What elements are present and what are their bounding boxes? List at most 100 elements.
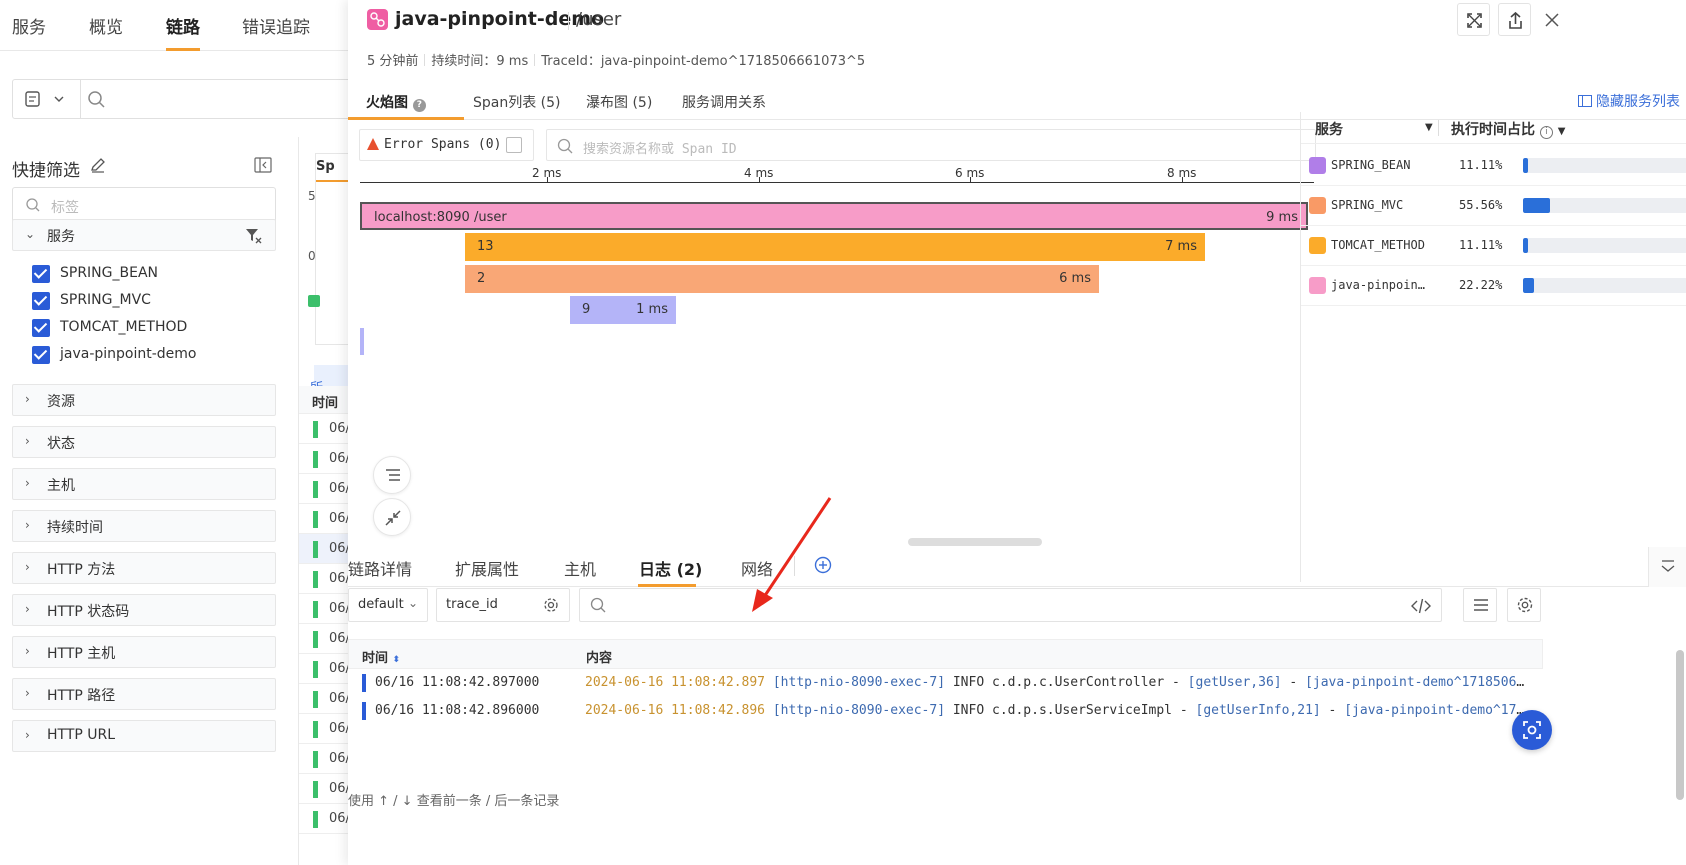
filter-group-label: HTTP 方法 <box>47 562 116 578</box>
top-nav: 服务 概览 链路 错误追踪 <box>0 0 360 51</box>
tab-flame-graph[interactable]: 火焰图 ? <box>366 92 426 112</box>
nav-tab-traces[interactable]: 链路 <box>166 13 200 51</box>
caret-down-icon[interactable]: ▼ <box>1425 122 1433 133</box>
service-row[interactable]: java-pinpoin… 22.22% <box>1301 266 1686 306</box>
filter-group-label: HTTP URL <box>47 727 116 743</box>
nav-tab-overview[interactable]: 概览 <box>89 13 123 51</box>
status-bar <box>313 691 318 708</box>
help-icon[interactable]: ? <box>412 99 426 112</box>
status-bar <box>313 601 318 618</box>
tab-extended-attributes[interactable]: 扩展属性 <box>455 556 519 580</box>
list-view-button[interactable] <box>373 456 411 494</box>
flame-span-bar[interactable]: localhost:8090 /user 9 ms <box>360 202 1308 230</box>
tab-service-calls[interactable]: 服务调用关系 <box>682 92 766 112</box>
filter-group-label: HTTP 状态码 <box>47 604 130 620</box>
trace-search-bar[interactable] <box>12 79 352 119</box>
share-button[interactable] <box>1498 3 1531 36</box>
filter-group-http-url[interactable]: › HTTP URL <box>12 720 276 752</box>
service-icon <box>1309 197 1326 214</box>
trace-id[interactable]: TraceId：java-pinpoint-demo^1718506661073… <box>541 54 865 69</box>
checkbox-checked[interactable] <box>32 265 50 283</box>
service-row[interactable]: SPRING_BEAN 11.11% <box>1301 146 1686 186</box>
checkbox-checked[interactable] <box>32 346 50 364</box>
flame-span-bar[interactable]: 13 7 ms <box>465 233 1205 261</box>
table-header-time: 时间 <box>312 396 339 411</box>
flame-span-bar[interactable]: 2 6 ms <box>465 265 1099 293</box>
flame-span-bar-small[interactable] <box>360 328 364 355</box>
error-spans-filter[interactable]: Error Spans (0) <box>359 129 534 161</box>
screenshot-fab[interactable] <box>1512 710 1552 750</box>
span-label: 9 <box>582 302 591 317</box>
log-message: 2024-06-16 11:08:42.897 [http-nio-8090-e… <box>585 675 1530 690</box>
filter-group-resource[interactable]: › 资源 <box>12 384 276 416</box>
filter-group-duration[interactable]: › 持续时间 <box>12 510 276 542</box>
error-spans-checkbox[interactable] <box>506 137 522 153</box>
log-index-select[interactable]: default ⌄ <box>348 588 428 622</box>
checkbox-checked[interactable] <box>32 319 50 337</box>
log-row[interactable]: 06/16 11:08:42.896000 2024-06-16 11:08:4… <box>348 697 1543 725</box>
tab-host[interactable]: 主机 <box>564 556 596 580</box>
active-tab-indicator <box>638 584 696 587</box>
ratio-bar-fill <box>1523 278 1534 293</box>
chevron-down-icon: ⌄ <box>25 227 36 241</box>
clear-filter-icon[interactable] <box>245 228 263 244</box>
span-search-input[interactable]: 搜索资源名称或 Span ID <box>546 129 1316 161</box>
add-tab-icon[interactable] <box>814 556 832 574</box>
log-time: 06/16 11:08:42.896000 <box>375 703 540 718</box>
log-settings-button[interactable] <box>1507 588 1541 622</box>
filter-group-status[interactable]: › 状态 <box>12 426 276 458</box>
status-bar <box>313 781 318 798</box>
scrollbar[interactable] <box>1676 650 1684 800</box>
fullscreen-button[interactable] <box>1457 3 1490 36</box>
tab-span-list[interactable]: Span列表 (5) <box>473 92 561 112</box>
tab-waterfall[interactable]: 瀑布图 (5) <box>586 92 652 112</box>
tab-trace-details[interactable]: 链路详情 <box>348 556 412 580</box>
service-ratio: 11.11% <box>1459 238 1503 252</box>
service-name: java-pinpoin… <box>1331 278 1425 292</box>
background-page: 服务 概览 链路 错误追踪 快捷筛选 标签 ⌄ 服务 SPRING_BEAN S… <box>0 0 361 865</box>
span-duration: 9 ms <box>1266 210 1298 225</box>
divider <box>1438 120 1439 136</box>
service-row[interactable]: TOMCAT_METHOD 11.11% <box>1301 226 1686 266</box>
log-field-select[interactable]: trace_id <box>436 588 570 622</box>
hide-services-link[interactable]: 隐藏服务列表 <box>1577 91 1680 111</box>
row-time: 06/ <box>329 721 350 736</box>
collapse-button[interactable] <box>373 498 411 536</box>
search-icon <box>557 138 573 154</box>
col-time[interactable]: 时间 ⬍ <box>362 647 400 666</box>
log-columns-button[interactable] <box>1463 588 1497 622</box>
collapse-detail-button[interactable] <box>1648 547 1686 587</box>
code-view-icon[interactable] <box>1410 595 1432 617</box>
expand-icon <box>1467 13 1482 28</box>
trace-duration: 持续时间：9 ms <box>431 54 529 69</box>
tag-search-input[interactable]: 标签 <box>12 187 276 223</box>
edit-icon[interactable] <box>90 157 106 173</box>
service-row[interactable]: SPRING_MVC 55.56% <box>1301 186 1686 226</box>
log-search-input[interactable] <box>579 588 1442 622</box>
service-icon <box>367 9 388 30</box>
filter-group-services[interactable]: ⌄ 服务 <box>12 219 276 251</box>
resize-handle[interactable] <box>908 538 1042 546</box>
filter-group-http-status[interactable]: › HTTP 状态码 <box>12 594 276 626</box>
checkbox-checked[interactable] <box>32 292 50 310</box>
tab-network[interactable]: 网络 <box>741 556 773 580</box>
filter-group-http-path[interactable]: › HTTP 路径 <box>12 678 276 710</box>
filter-group-http-host[interactable]: › HTTP 主机 <box>12 636 276 668</box>
axis-tick: 0 <box>308 249 316 263</box>
nav-tab-services[interactable]: 服务 <box>12 13 46 51</box>
filter-group-http-method[interactable]: › HTTP 方法 <box>12 552 276 584</box>
log-table-header: 时间 ⬍ 内容 <box>348 639 1543 669</box>
nav-tab-error-tracking[interactable]: 错误追踪 <box>242 13 310 51</box>
flame-span-bar[interactable]: 9 1 ms <box>570 296 676 324</box>
collapse-panel-icon[interactable] <box>254 157 272 173</box>
log-row[interactable]: 06/16 11:08:42.897000 2024-06-16 11:08:4… <box>348 669 1543 697</box>
gear-icon[interactable] <box>543 597 559 613</box>
filter-group-host[interactable]: › 主机 <box>12 468 276 500</box>
span-search-placeholder: 搜索资源名称或 Span ID <box>583 142 737 157</box>
tab-logs[interactable]: 日志 (2) <box>639 556 702 580</box>
query-mode-select[interactable] <box>13 80 81 118</box>
chevron-right-icon: › <box>25 434 30 448</box>
close-icon[interactable] <box>1544 12 1560 28</box>
col-ratio[interactable]: 执行时间占比 i ▼ <box>1451 119 1565 139</box>
row-time: 06/ <box>329 661 350 676</box>
